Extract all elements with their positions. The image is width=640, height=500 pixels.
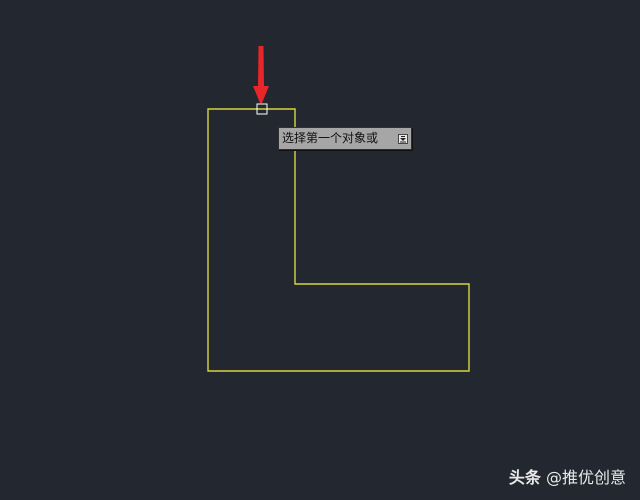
watermark: 头条 @推优创意 [509, 468, 626, 488]
tooltip-prompt-text: 选择第一个对象或 [282, 131, 379, 145]
drawing-canvas[interactable]: 选择第一个对象或 头条 @推优创意 [0, 0, 640, 500]
watermark-handle: @推优创意 [545, 468, 626, 487]
drawing-area[interactable] [0, 0, 640, 500]
arrow-down-icon [400, 136, 406, 143]
watermark-brand: 头条 [508, 468, 541, 487]
red-arrow-icon [253, 46, 269, 103]
tooltip-options-button[interactable] [398, 134, 408, 144]
command-prompt-tooltip: 选择第一个对象或 [278, 127, 412, 150]
